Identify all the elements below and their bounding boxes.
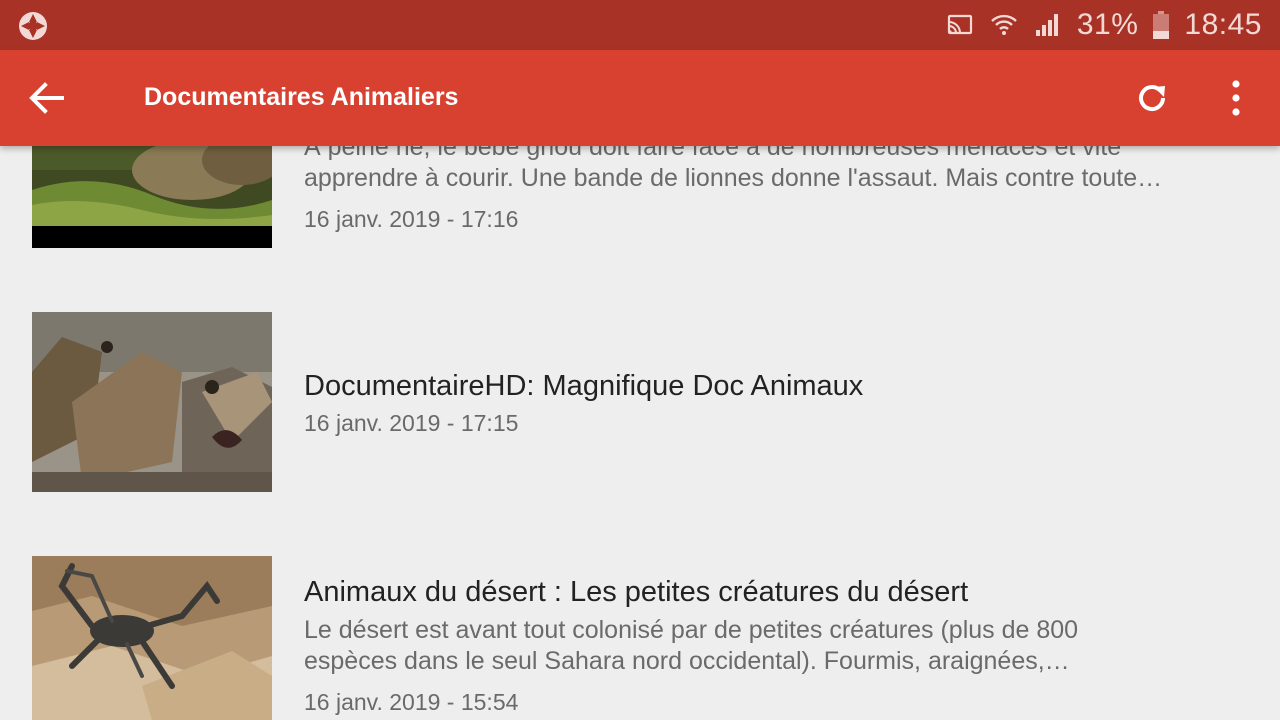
video-date: 16 janv. 2019 - 17:16 [304,206,519,232]
video-date: 16 janv. 2019 - 15:54 [304,689,519,715]
video-thumbnail [32,556,272,720]
page-title: Documentaires Animaliers [144,83,459,111]
more-vert-icon[interactable] [1222,78,1250,118]
video-title: Animaux du désert : Les petites créature… [304,576,969,608]
refresh-icon[interactable] [1132,78,1172,118]
app-toolbar: Documentaires Animaliers [0,50,1280,146]
list-item[interactable]: DocumentaireHD: Magnifique Doc Animaux 1… [0,290,1280,520]
video-thumbnail [32,312,272,492]
video-title: DocumentaireHD: Magnifique Doc Animaux [304,370,864,402]
video-date: 16 janv. 2019 - 17:15 [304,410,519,436]
back-arrow-icon[interactable] [26,80,66,116]
list-item[interactable]: Animaux du désert : Les petites créature… [0,540,1280,720]
video-description: Le désert est avant tout colonisé par de… [304,616,1079,675]
